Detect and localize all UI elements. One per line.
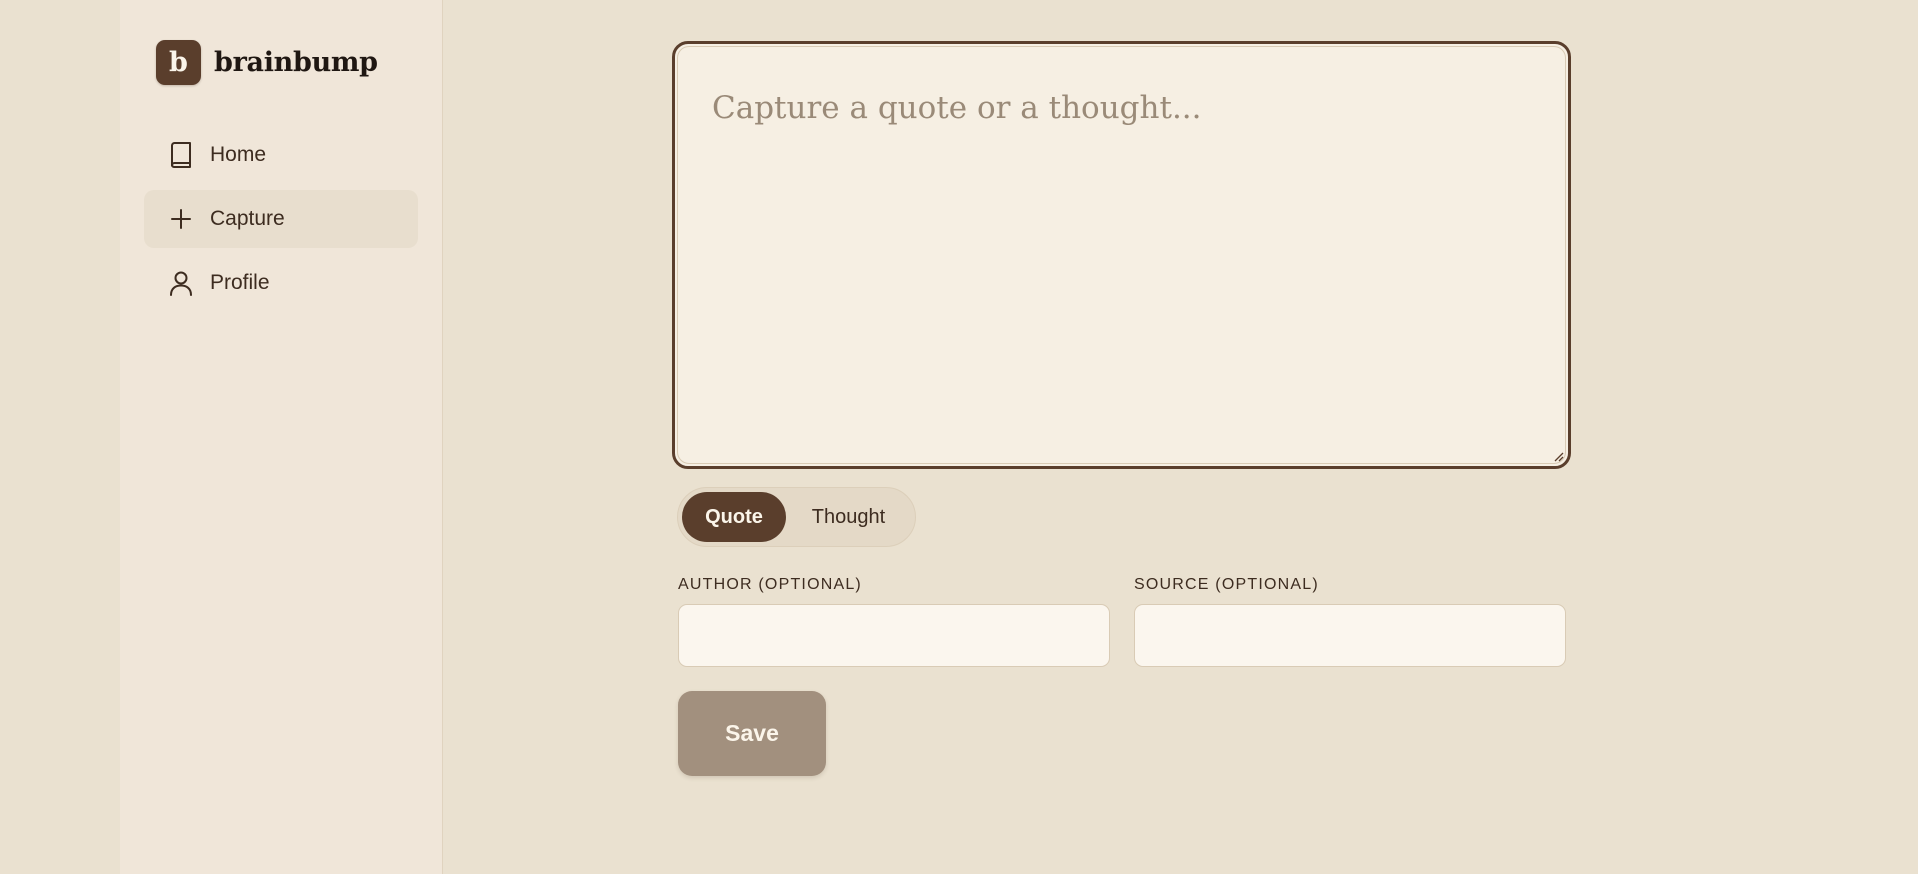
quote-toggle-button[interactable]: Quote [682, 492, 786, 542]
sidebar-item-capture[interactable]: Capture [144, 190, 418, 248]
source-field[interactable] [1134, 604, 1566, 667]
sidebar-item-label: Home [210, 143, 267, 166]
book-icon [168, 142, 194, 168]
sidebar-item-label: Capture [210, 207, 285, 230]
app-name: brainbump [214, 47, 378, 78]
entry-type-toggle: Quote Thought [677, 487, 916, 547]
sidebar-item-profile[interactable]: Profile [144, 254, 418, 312]
plus-icon [168, 206, 194, 232]
thought-toggle-button[interactable]: Thought [786, 492, 911, 542]
app-logo[interactable]: b brainbump [156, 40, 378, 85]
sidebar-item-label: Profile [210, 271, 270, 294]
author-field[interactable] [678, 604, 1110, 667]
sidebar-nav: Home Capture Profile [144, 126, 418, 318]
user-icon [168, 270, 194, 296]
source-label: SOURCE (OPTIONAL) [1134, 576, 1319, 593]
capture-editor-frame [672, 41, 1571, 469]
resize-grip-icon[interactable] [1552, 450, 1564, 462]
logo-mark: b [156, 40, 201, 85]
sidebar: b brainbump Home Capture Profile [120, 0, 443, 874]
author-label: AUTHOR (OPTIONAL) [678, 576, 862, 593]
capture-textarea[interactable] [677, 46, 1566, 464]
sidebar-item-home[interactable]: Home [144, 126, 418, 184]
save-button[interactable]: Save [678, 691, 826, 776]
